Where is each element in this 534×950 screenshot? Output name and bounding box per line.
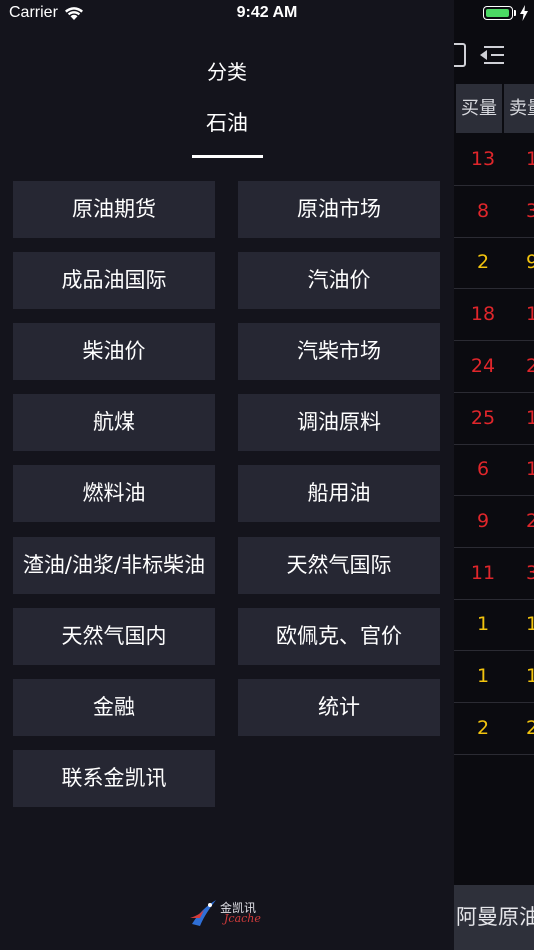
buy-volume-cell: 13	[470, 148, 496, 170]
buy-volume-cell: 24	[470, 355, 496, 377]
battery-tip	[514, 10, 516, 16]
buy-volume-cell: 1	[476, 613, 490, 635]
drawer-title: 分类	[207, 60, 247, 84]
category-button[interactable]: 联系金凯讯	[13, 750, 215, 807]
header-buy-volume: 买量	[456, 84, 502, 133]
category-button[interactable]: 汽油价	[238, 252, 440, 309]
sell-volume-cell: 2	[526, 355, 534, 377]
header-sell-volume: 卖量	[504, 84, 534, 133]
table-row[interactable]: 25 17	[454, 393, 534, 445]
buy-volume-cell: 2	[476, 717, 490, 739]
table-row[interactable]: 1816	[454, 289, 534, 341]
category-button[interactable]: 船用油	[238, 465, 440, 522]
category-button[interactable]: 欧佩克、官价	[238, 608, 440, 665]
category-button[interactable]: 柴油价	[13, 323, 215, 380]
buy-volume-cell: 2	[476, 251, 490, 273]
table-row[interactable]: 22	[454, 703, 534, 755]
buy-volume-cell: 11	[470, 562, 496, 584]
sell-volume-cell: 9	[526, 251, 534, 273]
active-tab-indicator	[192, 155, 263, 158]
jcache-logo: 金凯讯 Jcache	[188, 896, 266, 928]
table-row[interactable]: 11 3	[454, 548, 534, 600]
category-button[interactable]: 燃料油	[13, 465, 215, 522]
buy-volume-cell: 9	[476, 510, 490, 532]
buy-volume-cell: 1	[476, 665, 490, 687]
category-button[interactable]: 统计	[238, 679, 440, 736]
background-table-header: 买量 卖量	[454, 84, 534, 133]
background-toolbar	[454, 40, 534, 80]
category-button[interactable]: 原油市场	[238, 181, 440, 238]
tab-petroleum[interactable]: 石油	[0, 107, 454, 137]
clock: 9:42 AM	[236, 4, 298, 21]
sell-volume-cell: 17	[526, 407, 534, 429]
sell-volume-cell: 1	[526, 613, 534, 635]
table-row[interactable]: 11	[454, 599, 534, 651]
sell-volume-cell: 3	[526, 562, 534, 584]
table-row[interactable]: 11	[454, 651, 534, 703]
sell-volume-cell: 3	[526, 200, 534, 222]
table-row[interactable]: 13 1	[454, 134, 534, 186]
sell-volume-cell: 1	[526, 148, 534, 170]
charging-bolt-icon	[520, 5, 528, 21]
table-row[interactable]: 83	[454, 186, 534, 238]
buy-volume-cell: 8	[476, 200, 490, 222]
logo-english-text: Jcache	[224, 912, 261, 925]
sell-volume-cell: 1	[526, 665, 534, 687]
table-row[interactable]: 29	[454, 237, 534, 289]
sell-volume-cell: 1	[526, 458, 534, 480]
bottom-tab-label: 阿曼原油	[456, 905, 534, 929]
category-button[interactable]: 原油期货	[13, 181, 215, 238]
table-row[interactable]: 61	[454, 444, 534, 496]
table-row[interactable]: 92	[454, 496, 534, 548]
collapse-menu-icon[interactable]	[480, 44, 504, 66]
category-button[interactable]: 天然气国内	[13, 608, 215, 665]
category-button[interactable]: 调油原料	[238, 394, 440, 451]
category-button[interactable]: 渣油/油浆/非标柴油	[13, 537, 215, 594]
category-button[interactable]: 金融	[13, 679, 215, 736]
background-bottom-tab[interactable]: 阿曼原油	[454, 885, 534, 950]
battery-icon	[483, 6, 513, 20]
category-button[interactable]: 汽柴市场	[238, 323, 440, 380]
sell-volume-cell: 2	[526, 510, 534, 532]
category-button[interactable]: 天然气国际	[238, 537, 440, 594]
category-button[interactable]: 航煤	[13, 394, 215, 451]
background-toolbar-icon	[454, 43, 466, 67]
buy-volume-cell: 18	[470, 303, 496, 325]
table-row[interactable]: 24 2	[454, 341, 534, 393]
jcache-logo-mark	[190, 900, 216, 926]
category-button[interactable]: 成品油国际	[13, 252, 215, 309]
category-drawer: 分类 石油 原油期货 原油市场 成品油国际 汽油价 柴油价 汽柴市场 航煤 调油原料 燃料油 船用…	[0, 0, 454, 950]
buy-volume-cell: 6	[476, 458, 490, 480]
battery-level	[486, 9, 509, 17]
sell-volume-cell: 2	[526, 717, 534, 739]
screen: 买量 卖量 1318329181624225176192113111122 阿曼…	[0, 0, 534, 950]
background-quote-list: 买量 卖量 1318329181624225176192113111122 阿曼…	[454, 0, 534, 950]
buy-volume-cell: 25	[470, 407, 496, 429]
sell-volume-cell: 16	[526, 303, 534, 325]
status-bar: Carrier 9:42 AM	[0, 0, 534, 30]
